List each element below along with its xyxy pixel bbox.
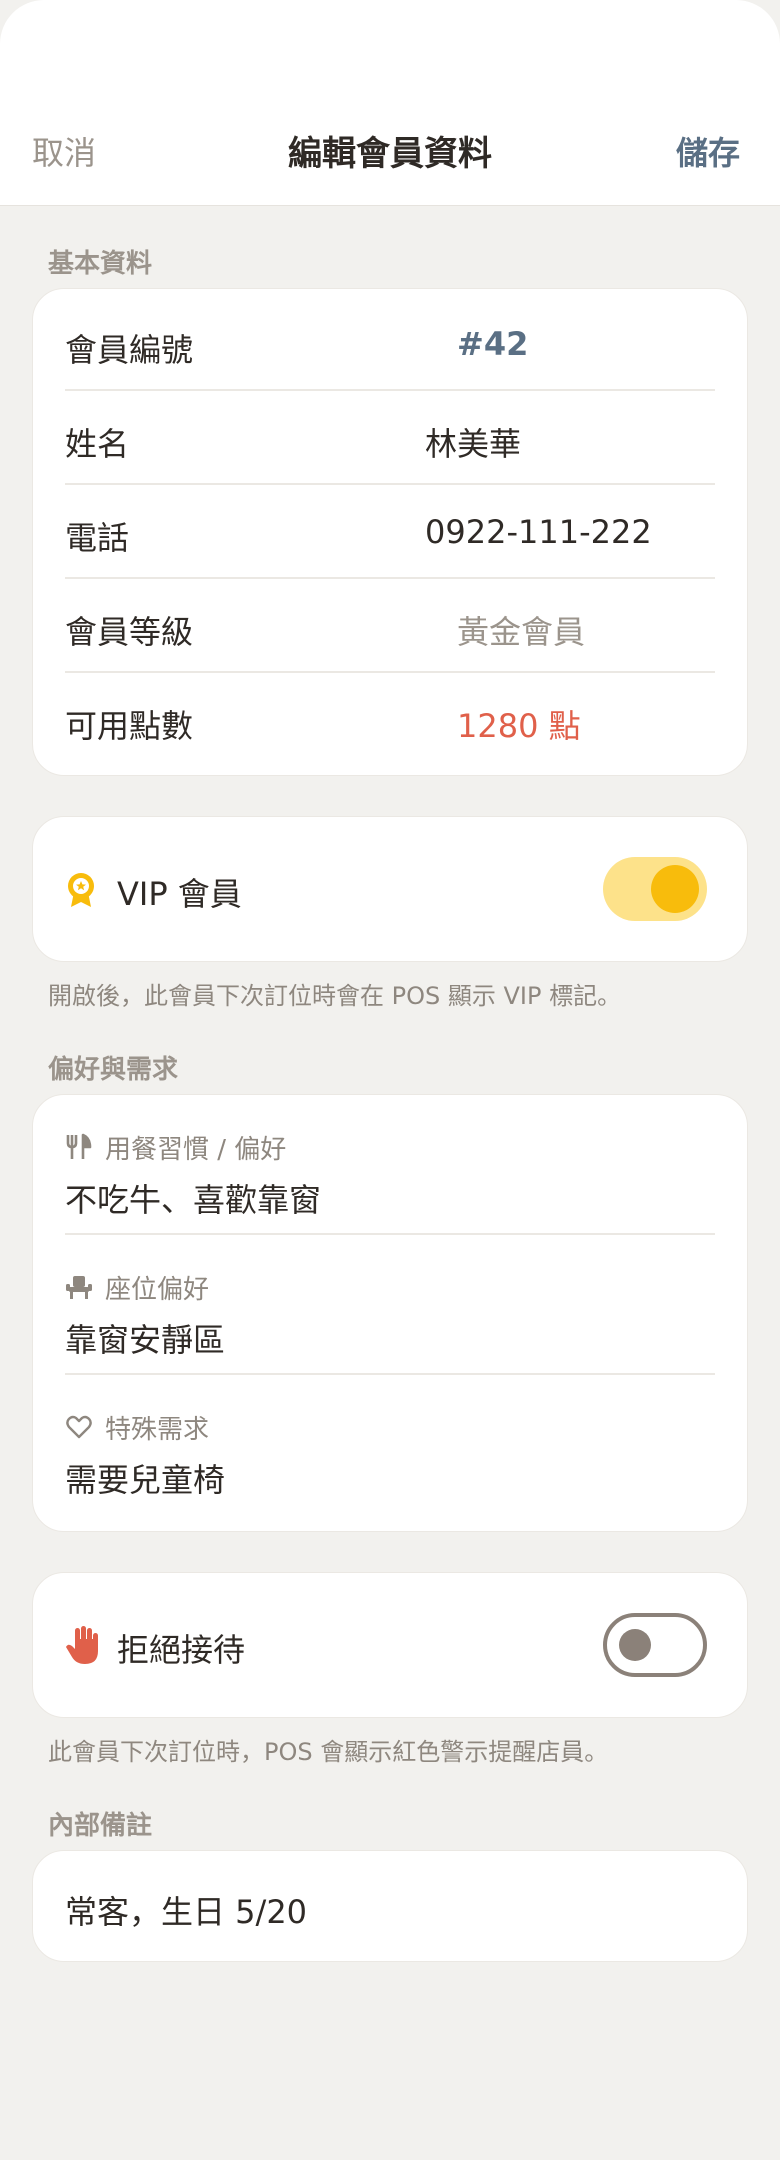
internal-notes-card[interactable]: 常客，生日 5/20 [32, 1850, 748, 1962]
hand-stop-icon [66, 1626, 98, 1664]
special-needs-value[interactable]: 需要兒童椅 [65, 1455, 225, 1501]
pref-header: 特殊需求 [65, 1411, 210, 1445]
edit-member-sheet: 取消 編輯會員資料 儲存 基本資料 會員編號 #42 姓名 林美華 電話 092… [0, 0, 780, 2160]
pref-title: 座位偏好 [105, 1274, 210, 1305]
section-title-preferences: 偏好與需求 [48, 1055, 179, 1085]
seat-preference-item[interactable]: 座位偏好 靠窗安靜區 [65, 1235, 715, 1375]
vip-card: VIP 會員 [32, 816, 748, 962]
row-label: 電話 [65, 519, 130, 557]
toggle-knob [651, 865, 699, 913]
nav-bar: 取消 編輯會員資料 儲存 [0, 0, 780, 206]
award-badge-icon [68, 873, 94, 907]
seat-preference-value[interactable]: 靠窗安靜區 [65, 1315, 225, 1361]
basic-info-card: 會員編號 #42 姓名 林美華 電話 0922-111-222 會員等級 黃金會… [32, 288, 748, 776]
phone-row[interactable]: 電話 0922-111-222 [65, 485, 715, 579]
vip-footnote: 開啟後，此會員下次訂位時會在 POS 顯示 VIP 標記。 [48, 982, 622, 1010]
pref-header: 座位偏好 [65, 1271, 210, 1305]
member-id-value: #42 [457, 325, 529, 363]
dining-preference-value[interactable]: 不吃牛、喜歡靠窗 [65, 1175, 321, 1221]
refuse-service-toggle[interactable] [603, 1613, 707, 1677]
refuse-service-card: 拒絕接待 [32, 1572, 748, 1718]
vip-label: VIP 會員 [117, 875, 242, 913]
section-title-basic: 基本資料 [48, 249, 153, 279]
utensils-icon [66, 1133, 92, 1159]
row-label: 可用點數 [65, 707, 194, 745]
preferences-card: 用餐習慣 / 偏好 不吃牛、喜歡靠窗 座位偏好 靠窗安靜區 特殊需求 需要兒童椅 [32, 1094, 748, 1532]
points-row: 可用點數 1280 點 [65, 673, 715, 767]
refuse-service-label: 拒絕接待 [117, 1631, 246, 1669]
internal-notes-field[interactable]: 常客，生日 5/20 [65, 1887, 307, 1933]
row-label: 會員編號 [65, 331, 194, 369]
pref-title: 特殊需求 [105, 1414, 210, 1445]
save-button[interactable]: 儲存 [676, 128, 740, 174]
name-field[interactable]: 林美華 [425, 419, 521, 465]
special-needs-item[interactable]: 特殊需求 需要兒童椅 [65, 1375, 715, 1515]
row-label: 姓名 [65, 425, 130, 463]
member-level-row: 會員等級 黃金會員 [65, 579, 715, 673]
dining-preference-item[interactable]: 用餐習慣 / 偏好 不吃牛、喜歡靠窗 [65, 1095, 715, 1235]
section-title-notes: 內部備註 [48, 1811, 153, 1841]
phone-field[interactable]: 0922-111-222 [425, 513, 652, 551]
row-label: 會員等級 [65, 613, 194, 651]
points-value: 1280 點 [457, 707, 581, 745]
toggle-knob [619, 1629, 651, 1661]
pref-title: 用餐習慣 / 偏好 [105, 1134, 287, 1165]
pref-header: 用餐習慣 / 偏好 [65, 1131, 287, 1165]
member-id-row: 會員編號 #42 [65, 297, 715, 391]
page-title: 編輯會員資料 [288, 134, 492, 174]
heart-icon [66, 1415, 92, 1439]
chair-icon [66, 1276, 92, 1299]
refuse-service-footnote: 此會員下次訂位時，POS 會顯示紅色警示提醒店員。 [48, 1738, 609, 1766]
vip-toggle[interactable] [603, 857, 707, 921]
member-level-value: 黃金會員 [457, 613, 586, 651]
name-row[interactable]: 姓名 林美華 [65, 391, 715, 485]
